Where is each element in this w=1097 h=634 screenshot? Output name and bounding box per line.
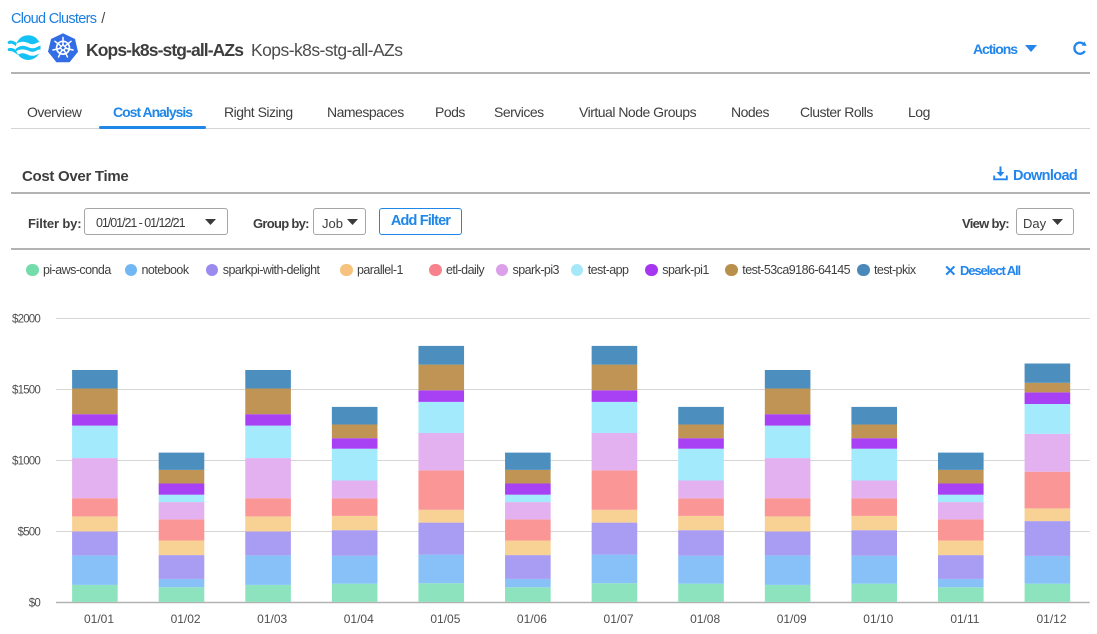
svg-text:01/05: 01/05 — [430, 612, 460, 626]
svg-text:01/12: 01/12 — [1036, 612, 1066, 626]
svg-text:01/11: 01/11 — [950, 612, 979, 626]
svg-text:01/08: 01/08 — [690, 612, 720, 626]
svg-text:$1000: $1000 — [12, 456, 40, 468]
svg-text:01/09: 01/09 — [777, 612, 807, 626]
svg-text:01/04: 01/04 — [344, 612, 374, 626]
svg-text:$2000: $2000 — [12, 314, 40, 326]
svg-text:01/07: 01/07 — [604, 612, 634, 626]
svg-text:01/10: 01/10 — [863, 612, 893, 626]
svg-text:01/06: 01/06 — [517, 612, 547, 626]
svg-text:01/03: 01/03 — [257, 612, 287, 626]
svg-text:01/01: 01/01 — [84, 612, 114, 626]
svg-text:$0: $0 — [29, 598, 41, 610]
svg-text:$1500: $1500 — [12, 385, 40, 397]
svg-text:01/02: 01/02 — [171, 612, 201, 626]
svg-text:$500: $500 — [18, 527, 41, 539]
